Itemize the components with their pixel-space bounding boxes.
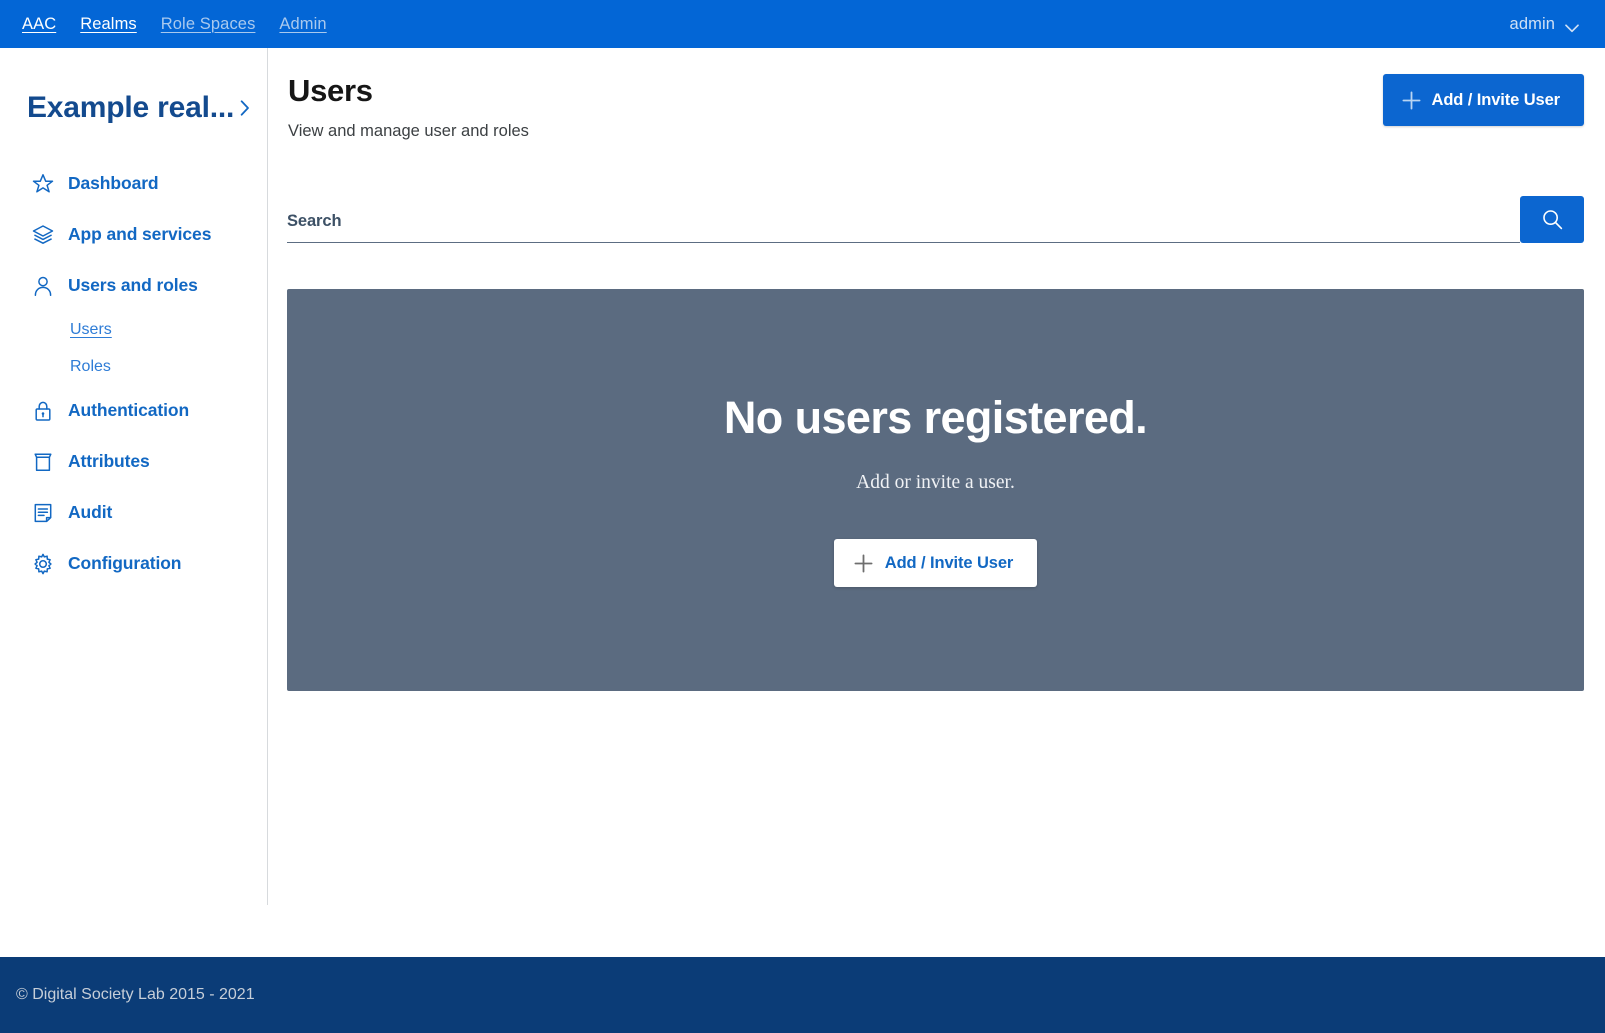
sidebar-item-attributes[interactable]: Attributes bbox=[0, 436, 268, 487]
sidebar-label-app-and-services: App and services bbox=[68, 224, 212, 244]
sidebar-subitem-users[interactable]: Users bbox=[0, 311, 268, 348]
page-footer: © Digital Society Lab 2015 - 2021 bbox=[0, 957, 1605, 1033]
add-invite-user-label-top: Add / Invite User bbox=[1431, 90, 1561, 109]
star-icon bbox=[30, 171, 56, 197]
page-subtitle: View and manage user and roles bbox=[288, 122, 529, 141]
app-root: AAC Realms Role Spaces Admin admin Examp… bbox=[0, 0, 1605, 1033]
search-field bbox=[287, 196, 1520, 244]
user-icon bbox=[30, 273, 56, 299]
page-header-text: Users View and manage user and roles bbox=[287, 73, 529, 141]
search-icon bbox=[1541, 208, 1564, 231]
page-header: Users View and manage user and roles Add… bbox=[287, 73, 1584, 141]
add-invite-user-button-empty[interactable]: Add / Invite User bbox=[833, 539, 1038, 588]
sidebar-item-authentication[interactable]: Authentication bbox=[0, 385, 268, 436]
sidebar-label-dashboard: Dashboard bbox=[68, 173, 159, 193]
chevron-right-icon[interactable] bbox=[240, 100, 250, 116]
realm-selector[interactable]: Example real... bbox=[0, 78, 268, 138]
user-menu-label: admin bbox=[1509, 14, 1555, 33]
empty-state-title: No users registered. bbox=[723, 391, 1148, 443]
empty-state-subtitle: Add or invite a user. bbox=[856, 472, 1015, 494]
add-invite-user-label-empty: Add / Invite User bbox=[884, 553, 1014, 572]
sidebar-subnav: Users Roles bbox=[0, 311, 268, 385]
plus-icon bbox=[854, 554, 873, 573]
realm-title: Example real... bbox=[27, 91, 235, 124]
sidebar-label-audit: Audit bbox=[68, 502, 113, 522]
main-inner: Users View and manage user and roles Add… bbox=[287, 48, 1584, 692]
top-navigation-bar: AAC Realms Role Spaces Admin admin bbox=[0, 0, 1605, 48]
body-container: Example real... Dashboard App and servic… bbox=[0, 48, 1605, 957]
sidebar-label-attributes: Attributes bbox=[68, 451, 150, 471]
sidebar-item-users-and-roles[interactable]: Users and roles bbox=[0, 260, 268, 311]
search-row bbox=[287, 196, 1584, 244]
sidebar-item-app-and-services[interactable]: App and services bbox=[0, 209, 268, 260]
sidebar-sublabel-roles: Roles bbox=[70, 357, 111, 375]
sidebar-subitem-roles[interactable]: Roles bbox=[0, 348, 268, 385]
nav-link-admin[interactable]: Admin bbox=[279, 15, 326, 34]
document-lines-icon bbox=[30, 500, 56, 526]
add-invite-user-button-top[interactable]: Add / Invite User bbox=[1382, 74, 1584, 126]
nav-link-realms[interactable]: Realms bbox=[80, 15, 137, 34]
sidebar: Example real... Dashboard App and servic… bbox=[0, 48, 268, 957]
sidebar-label-configuration: Configuration bbox=[68, 553, 182, 573]
main-content: Users View and manage user and roles Add… bbox=[268, 48, 1605, 957]
nav-link-aac[interactable]: AAC bbox=[22, 15, 56, 34]
sidebar-label-authentication: Authentication bbox=[68, 400, 190, 420]
layers-icon bbox=[30, 222, 56, 248]
sidebar-item-configuration[interactable]: Configuration bbox=[0, 538, 268, 589]
sidebar-sublabel-users: Users bbox=[70, 320, 112, 338]
sidebar-item-dashboard[interactable]: Dashboard bbox=[0, 158, 268, 209]
sidebar-item-audit[interactable]: Audit bbox=[0, 487, 268, 538]
user-menu[interactable]: admin bbox=[1510, 15, 1581, 34]
empty-state-panel: No users registered. Add or invite a use… bbox=[287, 289, 1584, 692]
nav-link-role-spaces[interactable]: Role Spaces bbox=[161, 15, 256, 34]
sidebar-label-users-and-roles: Users and roles bbox=[68, 275, 198, 295]
archive-box-icon bbox=[30, 449, 56, 475]
page-title: Users bbox=[288, 73, 373, 108]
gear-icon bbox=[30, 551, 56, 577]
chevron-down-icon bbox=[1565, 20, 1579, 32]
plus-icon bbox=[1402, 91, 1421, 110]
lock-icon bbox=[30, 398, 56, 424]
search-button[interactable] bbox=[1520, 196, 1584, 244]
footer-copyright: © Digital Society Lab 2015 - 2021 bbox=[16, 986, 255, 1003]
sidebar-nav-list: Dashboard App and services Users and rol… bbox=[0, 158, 268, 589]
search-input[interactable] bbox=[287, 212, 1520, 243]
top-nav-links: AAC Realms Role Spaces Admin bbox=[22, 15, 327, 34]
